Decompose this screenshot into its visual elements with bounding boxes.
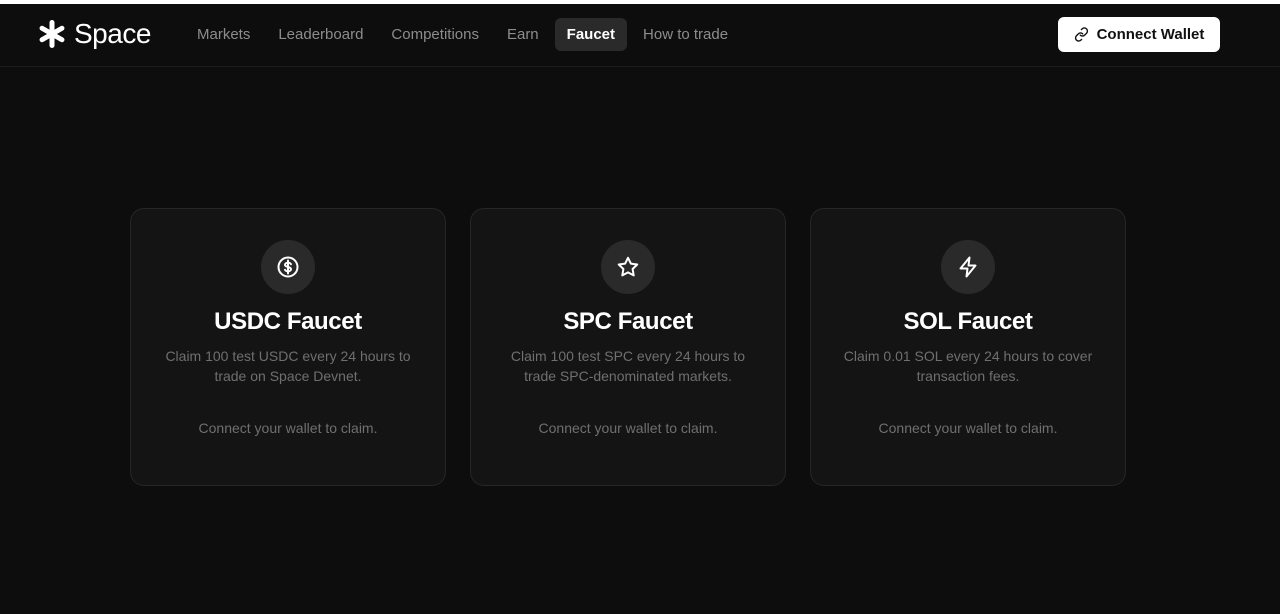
card-description: Claim 100 test USDC every 24 hours to tr… [165,348,411,384]
connect-wallet-button[interactable]: Connect Wallet [1058,17,1220,52]
card-description: Claim 100 test SPC every 24 hours to tra… [510,348,746,384]
navbar: Space Markets Leaderboard Competitions E… [0,4,1280,67]
card-status: Connect your wallet to claim. [878,420,1058,436]
nav-item-how-to-trade[interactable]: How to trade [631,18,740,51]
asterisk-logo-icon [39,20,65,48]
brand-logo[interactable]: Space [36,16,151,52]
nav-item-markets[interactable]: Markets [185,18,262,51]
main-nav: Markets Leaderboard Competitions Earn Fa… [185,17,740,52]
card-title: SPC Faucet [563,308,693,335]
faucet-card-sol: SOL Faucet Claim 0.01 SOL every 24 hours… [810,208,1126,486]
faucet-cards: USDC Faucet Claim 100 test USDC every 24… [130,208,1127,486]
nav-item-faucet[interactable]: Faucet [554,18,628,51]
card-icon-wrapper [261,240,315,294]
lightning-icon [959,256,977,278]
faucet-card-spc: SPC Faucet Claim 100 test SPC every 24 h… [470,208,786,486]
link-icon [1074,27,1088,42]
card-icon-wrapper [601,240,655,294]
connect-wallet-label: Connect Wallet [1096,26,1205,43]
card-title: SOL Faucet [903,308,1033,335]
star-icon [617,256,639,277]
card-status: Connect your wallet to claim. [538,420,718,436]
nav-item-leaderboard[interactable]: Leaderboard [266,18,375,51]
nav-item-competitions[interactable]: Competitions [379,18,491,51]
brand-name: Space [74,18,151,49]
card-title: USDC Faucet [214,308,362,335]
nav-item-earn[interactable]: Earn [495,18,551,51]
card-status: Connect your wallet to claim. [198,420,378,436]
card-description: Claim 0.01 SOL every 24 hours to cover t… [843,348,1093,384]
dollar-circle-icon [277,256,299,278]
faucet-card-usdc: USDC Faucet Claim 100 test USDC every 24… [130,208,446,486]
card-icon-wrapper [941,240,995,294]
